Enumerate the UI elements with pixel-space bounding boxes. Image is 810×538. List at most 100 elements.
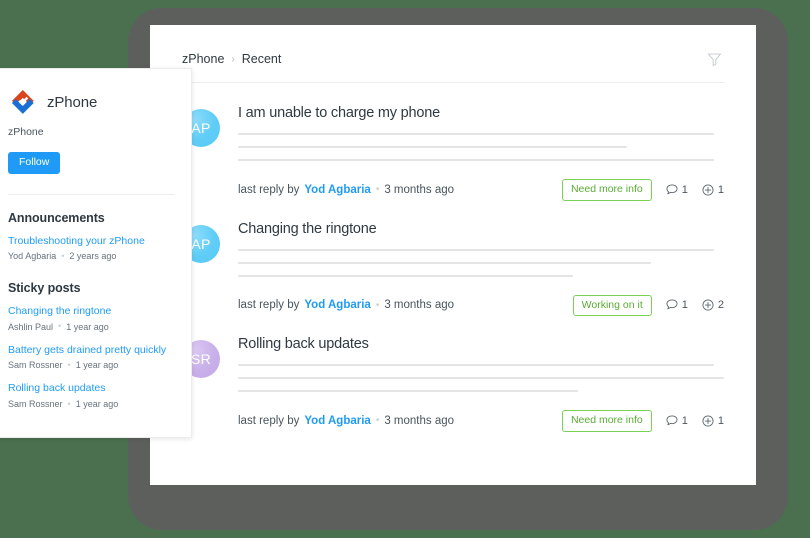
list-item[interactable]: Troubleshooting your zPhone Yod Agbaria … — [8, 235, 175, 262]
post-time: 3 months ago — [384, 414, 455, 427]
vote-count-value: 2 — [717, 299, 724, 312]
meta-separator-dot: • — [61, 250, 65, 261]
screenshot-stage: zPhone › Recent AP I am unable to charge… — [0, 0, 810, 538]
list-item-author: Ashlin Paul — [8, 321, 54, 332]
circle-plus-icon — [701, 183, 715, 197]
breadcrumb-current[interactable]: Recent — [242, 52, 282, 66]
skeleton-line — [238, 364, 715, 366]
post-row[interactable]: AP Changing the ringtone last reply by Y… — [182, 201, 724, 316]
status-badge[interactable]: Working on it — [572, 294, 652, 316]
post-excerpt-placeholder — [238, 133, 724, 161]
filter-funnel-icon[interactable] — [704, 49, 724, 69]
status-badge[interactable]: Need more info — [561, 410, 652, 432]
comment-count-value: 1 — [681, 183, 688, 196]
post-meta: last reply by Yod Agbaria • 3 months ago — [238, 415, 454, 427]
avatar-initials: AP — [191, 235, 211, 252]
skeleton-line — [238, 146, 627, 148]
list-item[interactable]: Battery gets drained pretty quickly Sam … — [8, 344, 175, 371]
announcement-link[interactable]: Troubleshooting your zPhone — [8, 235, 175, 249]
post-meta-prefix: last reply by — [238, 414, 300, 427]
comment-bubble-icon — [665, 298, 679, 312]
sticky-post-link[interactable]: Rolling back updates — [8, 382, 175, 396]
comment-count[interactable]: 1 — [665, 414, 688, 428]
vote-count[interactable]: 1 — [701, 414, 724, 428]
post-author-link[interactable]: Yod Agbaria — [304, 415, 370, 427]
post-body: Rolling back updates last reply by Yod A… — [238, 336, 724, 432]
breadcrumb: zPhone › Recent — [182, 52, 281, 66]
comment-bubble-icon — [665, 414, 679, 428]
comment-count-value: 1 — [681, 414, 688, 427]
list-item-meta: Sam Rossner • 1 year ago — [8, 399, 175, 409]
post-time: 3 months ago — [384, 299, 455, 312]
list-item[interactable]: Changing the ringtone Ashlin Paul • 1 ye… — [8, 305, 175, 332]
sticky-posts-heading: Sticky posts — [8, 281, 81, 296]
comment-count[interactable]: 1 — [665, 183, 688, 197]
sticky-post-link[interactable]: Battery gets drained pretty quickly — [8, 344, 175, 358]
post-stats: Need more info 1 1 — [561, 179, 724, 201]
meta-separator-dot: • — [67, 398, 71, 409]
post-body: Changing the ringtone last reply by Yod … — [238, 221, 724, 316]
post-meta: last reply by Yod Agbaria • 3 months ago — [238, 184, 454, 196]
brand-row[interactable]: zPhone — [8, 69, 175, 117]
post-meta-prefix: last reply by — [238, 183, 300, 196]
brand-subtitle: zPhone — [8, 126, 44, 138]
comment-count-value: 1 — [681, 299, 688, 312]
post-title[interactable]: I am unable to charge my phone — [238, 105, 724, 121]
list-item-meta: Sam Rossner • 1 year ago — [8, 360, 175, 370]
skeleton-line — [238, 390, 579, 392]
announcements-heading: Announcements — [8, 210, 105, 225]
post-body: I am unable to charge my phone last repl… — [238, 105, 724, 201]
sticky-posts-list: Changing the ringtone Ashlin Paul • 1 ye… — [8, 305, 175, 409]
post-title[interactable]: Changing the ringtone — [238, 221, 724, 237]
post-list: AP I am unable to charge my phone last r… — [182, 83, 724, 432]
zphone-logo-icon — [8, 87, 38, 117]
comment-count[interactable]: 1 — [665, 298, 688, 312]
post-author-link[interactable]: Yod Agbaria — [304, 299, 370, 311]
brand-name: zPhone — [47, 93, 98, 111]
meta-separator-dot: • — [375, 415, 380, 427]
meta-separator-dot: • — [67, 359, 71, 370]
list-item-time: 1 year ago — [75, 360, 119, 371]
breadcrumb-bar: zPhone › Recent — [182, 25, 724, 83]
post-meta: last reply by Yod Agbaria • 3 months ago — [238, 299, 454, 311]
post-stats: Need more info 1 1 — [561, 410, 724, 432]
announcements-list: Troubleshooting your zPhone Yod Agbaria … — [8, 235, 175, 262]
vote-count-value: 1 — [717, 183, 724, 196]
meta-separator-dot: • — [58, 321, 62, 332]
list-item[interactable]: Rolling back updates Sam Rossner • 1 yea… — [8, 382, 175, 409]
post-time: 3 months ago — [384, 183, 455, 196]
skeleton-line — [238, 274, 574, 277]
vote-count[interactable]: 1 — [701, 183, 724, 197]
skeleton-line — [238, 261, 652, 264]
meta-separator-dot: • — [375, 299, 380, 311]
list-item-time: 2 years ago — [69, 251, 117, 262]
sidebar-panel: zPhone zPhone Follow Announcements Troub… — [0, 68, 192, 438]
post-author-link[interactable]: Yod Agbaria — [304, 184, 370, 196]
post-stats: Working on it 1 2 — [572, 294, 724, 316]
post-title[interactable]: Rolling back updates — [238, 336, 724, 352]
list-item-author: Yod Agbaria — [8, 251, 57, 262]
breadcrumb-root[interactable]: zPhone — [182, 52, 224, 66]
list-item-author: Sam Rossner — [8, 360, 63, 371]
post-row[interactable]: SR Rolling back updates last reply by Yo… — [182, 316, 724, 432]
list-item-time: 1 year ago — [75, 399, 119, 410]
list-item-meta: Yod Agbaria • 2 years ago — [8, 251, 175, 261]
skeleton-line — [238, 159, 715, 161]
follow-button[interactable]: Follow — [8, 152, 61, 174]
post-meta-prefix: last reply by — [238, 299, 300, 312]
post-footer: last reply by Yod Agbaria • 3 months ago… — [238, 294, 724, 316]
circle-plus-icon — [701, 414, 715, 428]
post-footer: last reply by Yod Agbaria • 3 months ago… — [238, 179, 724, 201]
circle-plus-icon — [701, 298, 715, 312]
sticky-post-link[interactable]: Changing the ringtone — [8, 305, 175, 319]
skeleton-line — [238, 377, 724, 379]
skeleton-line — [238, 248, 715, 251]
skeleton-line — [238, 133, 715, 135]
post-excerpt-placeholder — [238, 248, 724, 277]
vote-count[interactable]: 2 — [701, 298, 724, 312]
vote-count-value: 1 — [717, 414, 724, 427]
post-row[interactable]: AP I am unable to charge my phone last r… — [182, 83, 724, 201]
status-badge[interactable]: Need more info — [561, 179, 652, 201]
list-item-meta: Ashlin Paul • 1 year ago — [8, 322, 175, 332]
breadcrumb-separator-icon: › — [231, 53, 235, 65]
